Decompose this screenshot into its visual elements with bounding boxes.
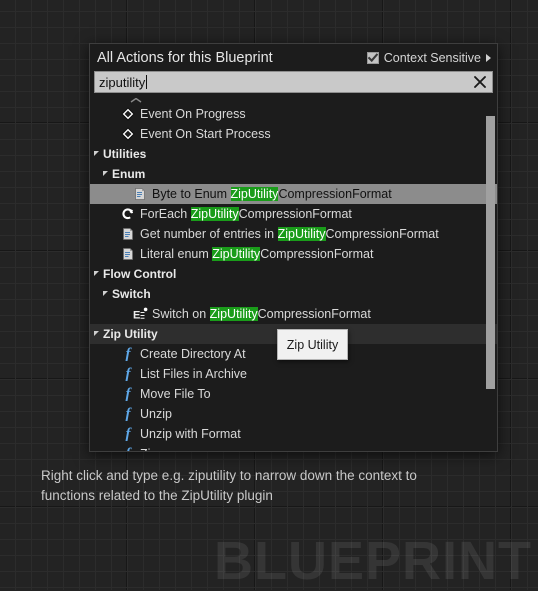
svg-text:E: E bbox=[133, 310, 140, 322]
action-row-label: Switch on ZipUtilityCompressionFormat bbox=[152, 307, 371, 321]
blueprint-watermark: BLUEPRINT bbox=[214, 531, 532, 591]
expand-triangle-icon[interactable] bbox=[94, 330, 99, 336]
function-icon: f bbox=[120, 446, 136, 452]
action-row-label: Move File To bbox=[140, 387, 211, 401]
action-row-label: ForEach ZipUtilityCompressionFormat bbox=[140, 207, 352, 221]
action-row[interactable]: Literal enum ZipUtilityCompressionFormat bbox=[90, 244, 497, 264]
event-diamond-icon bbox=[120, 106, 136, 122]
search-match-highlight: ZipUtility bbox=[209, 307, 258, 321]
action-menu-title: All Actions for this Blueprint bbox=[97, 49, 273, 66]
action-row-label: List Files in Archive bbox=[140, 367, 247, 381]
action-row-label: Zip bbox=[140, 447, 157, 451]
action-row[interactable]: Event On Progress bbox=[90, 104, 497, 124]
search-match-highlight: ZipUtility bbox=[230, 187, 279, 201]
action-row[interactable]: f Move File To bbox=[90, 384, 497, 404]
clear-search-icon[interactable] bbox=[472, 74, 488, 90]
text-caret bbox=[146, 75, 148, 89]
action-row-label: Switch bbox=[112, 287, 151, 301]
action-row[interactable]: Event On Start Process bbox=[90, 124, 497, 144]
action-row[interactable]: f Unzip with Format bbox=[90, 424, 497, 444]
action-category-enum[interactable]: Enum bbox=[90, 164, 497, 184]
function-icon: f bbox=[125, 425, 131, 442]
event-diamond-icon bbox=[120, 126, 136, 142]
tooltip-text: Zip Utility bbox=[286, 337, 339, 352]
context-sensitive-control[interactable]: Context Sensitive bbox=[366, 50, 491, 65]
action-list-scrollbar-thumb[interactable] bbox=[486, 116, 495, 389]
action-row-label: Get number of entries in ZipUtilityCompr… bbox=[140, 227, 439, 241]
search-match-highlight: ZipUtility bbox=[277, 227, 326, 241]
function-icon: f bbox=[125, 345, 131, 362]
search-match-highlight: ZipUtility bbox=[212, 247, 261, 261]
action-row-label: Unzip bbox=[140, 407, 172, 421]
action-row-label: Event On Start Process bbox=[140, 127, 271, 141]
expand-triangle-icon[interactable] bbox=[103, 290, 108, 296]
action-row-label: Byte to Enum ZipUtilityCompressionFormat bbox=[152, 187, 392, 201]
action-row-label: Literal enum ZipUtilityCompressionFormat bbox=[140, 247, 374, 261]
action-row[interactable]: E Switch on ZipUtilityCompressionFormat bbox=[90, 304, 497, 324]
chevron-up-icon bbox=[128, 98, 144, 104]
action-row-label: Utilities bbox=[103, 147, 147, 161]
enum-page-icon bbox=[120, 246, 136, 262]
category-tooltip: Zip Utility bbox=[277, 329, 348, 360]
action-row[interactable]: Get number of entries in ZipUtilityCompr… bbox=[90, 224, 497, 244]
action-category-flow-control[interactable]: Flow Control bbox=[90, 264, 497, 284]
search-match-highlight: ZipUtility bbox=[190, 207, 239, 221]
action-menu-header: All Actions for this Blueprint Context S… bbox=[90, 44, 497, 71]
expand-triangle-icon[interactable] bbox=[94, 150, 99, 156]
action-row[interactable]: Byte to Enum ZipUtilityCompressionFormat bbox=[90, 184, 497, 204]
switch-enum-icon: E bbox=[132, 306, 148, 322]
enum-page-icon bbox=[132, 186, 148, 202]
instruction-caption: Right click and type e.g. ziputility to … bbox=[41, 468, 417, 503]
action-row-label: Unzip with Format bbox=[140, 427, 241, 441]
expand-triangle-icon[interactable] bbox=[103, 170, 108, 176]
action-row-label: Enum bbox=[112, 167, 146, 181]
action-category-switch[interactable]: Switch bbox=[90, 284, 497, 304]
action-row[interactable]: f Unzip bbox=[90, 404, 497, 424]
action-category-utilities[interactable]: Utilities bbox=[90, 144, 497, 164]
function-icon: f bbox=[125, 385, 131, 402]
action-list-scrollbar-track[interactable] bbox=[486, 96, 495, 449]
action-row[interactable]: ForEach ZipUtilityCompressionFormat bbox=[90, 204, 497, 224]
expand-triangle-icon[interactable] bbox=[94, 270, 99, 276]
function-icon: f bbox=[125, 365, 131, 382]
enum-page-icon bbox=[120, 226, 136, 242]
action-row[interactable]: f List Files in Archive bbox=[90, 364, 497, 384]
action-search-field[interactable]: ziputility bbox=[94, 71, 493, 93]
context-sensitive-label: Context Sensitive bbox=[383, 50, 481, 65]
search-input[interactable]: ziputility bbox=[99, 75, 472, 90]
action-row-label: Create Directory At bbox=[140, 347, 246, 361]
action-row-label: Zip Utility bbox=[103, 327, 158, 341]
search-input-value: ziputility bbox=[99, 74, 146, 90]
action-list-rows: Event On Progress Event On Start Process U… bbox=[90, 94, 497, 451]
action-row-label: Event On Progress bbox=[140, 107, 246, 121]
function-icon: f bbox=[125, 405, 131, 422]
chevron-right-icon[interactable] bbox=[486, 53, 491, 62]
all-actions-menu[interactable]: All Actions for this Blueprint Context S… bbox=[89, 43, 498, 452]
action-row[interactable]: f Zip bbox=[90, 444, 497, 452]
loop-icon bbox=[120, 206, 136, 222]
action-row-label: Flow Control bbox=[103, 267, 177, 281]
action-list[interactable]: Event On Progress Event On Start Process U… bbox=[90, 94, 497, 451]
checkbox-checked-icon[interactable] bbox=[366, 51, 379, 64]
